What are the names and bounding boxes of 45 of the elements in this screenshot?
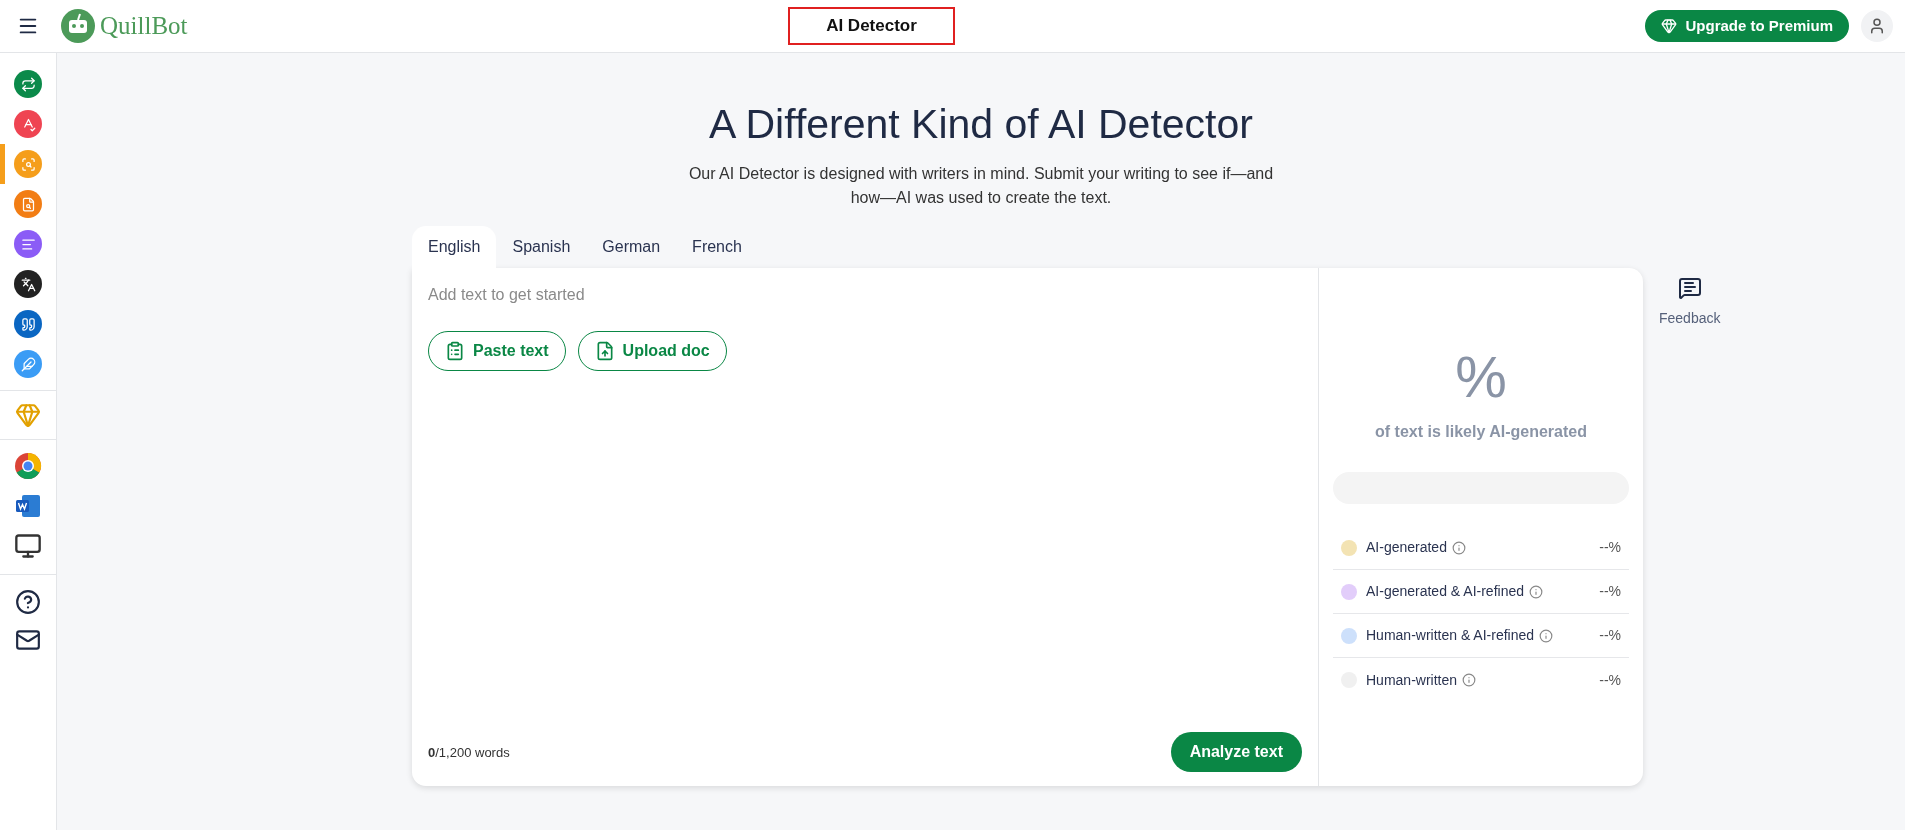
lines-icon[interactable] (14, 230, 42, 258)
repeat-icon[interactable] (14, 70, 42, 98)
robot-logo-icon (60, 8, 96, 44)
legend-label: Human-written (1366, 670, 1458, 690)
page-title: AI Detector (788, 7, 955, 45)
legend-label: AI-generated (1366, 538, 1447, 558)
translate-icon[interactable] (14, 270, 42, 298)
word-count: 0/1,200 words (428, 743, 510, 762)
text-input-field[interactable]: Add text to get started (428, 282, 1302, 309)
spell-check-icon[interactable] (14, 110, 42, 138)
clipboard-icon (445, 341, 465, 362)
analyze-text-button[interactable]: Analyze text (1170, 732, 1302, 773)
hero-subtitle: Our AI Detector is designed with writers in mind. Submit your writing to see if—and how—AI was used to create the text. (687, 164, 1275, 209)
mail-icon[interactable] (15, 627, 41, 653)
legend-label: Human-written & AI-refined (1366, 626, 1535, 646)
feather-icon[interactable] (14, 350, 42, 378)
info-icon[interactable] (1451, 540, 1466, 555)
help-icon[interactable] (15, 589, 41, 615)
quote-icon[interactable] (14, 310, 42, 338)
scan-icon[interactable] (14, 150, 42, 178)
legend-value: --% (1599, 538, 1621, 558)
legend-value: --% (1599, 582, 1621, 602)
legend-label: AI-generated & AI-refined (1366, 582, 1524, 602)
language-tab[interactable]: English (412, 226, 497, 269)
info-icon[interactable] (1462, 673, 1477, 688)
result-caption: of text is likely AI-generated (1375, 422, 1587, 443)
percent-value: % (1455, 348, 1507, 407)
info-icon[interactable] (1539, 628, 1554, 643)
feedback-icon[interactable] (1677, 276, 1702, 301)
monitor-icon[interactable] (14, 532, 42, 560)
word-doc-icon[interactable] (14, 492, 42, 520)
feedback-label[interactable]: Feedback (1659, 308, 1721, 330)
file-search-icon[interactable] (14, 190, 42, 218)
user-icon[interactable] (1861, 10, 1893, 42)
upgrade-button[interactable]: Upgrade to Premium (1645, 10, 1849, 42)
legend-value: --% (1599, 670, 1621, 690)
hero-title: A Different Kind of AI Detector (709, 100, 1253, 149)
diamond-icon (1661, 18, 1678, 34)
language-tab[interactable]: Spanish (496, 226, 587, 269)
legend-value: --% (1599, 626, 1621, 646)
language-tab[interactable]: French (676, 226, 758, 269)
chrome-icon[interactable] (14, 452, 42, 480)
language-tab[interactable]: German (586, 226, 677, 269)
info-icon[interactable] (1529, 584, 1543, 599)
logo-text: QuillBot (100, 11, 188, 42)
